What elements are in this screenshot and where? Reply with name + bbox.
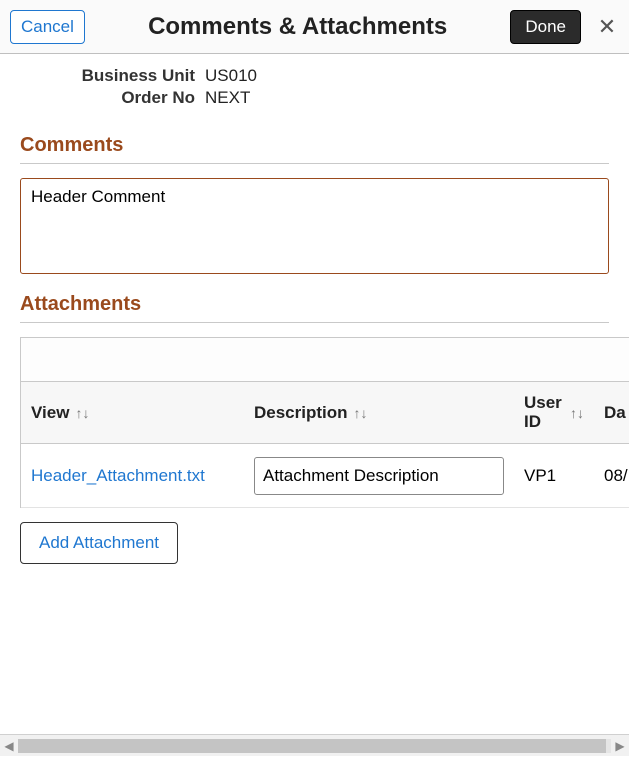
column-label: Description <box>254 403 348 423</box>
cell-description <box>244 449 514 503</box>
attachments-table: View ↑↓ Description ↑↓ User ID ↑↓ Da Hea… <box>20 337 629 508</box>
scrollbar-track[interactable] <box>18 739 611 753</box>
sort-icon: ↑↓ <box>570 405 584 421</box>
column-label: Da <box>604 403 626 423</box>
column-header-date[interactable]: Da <box>594 397 629 429</box>
order-no-value: NEXT <box>205 88 250 108</box>
scrollbar-thumb[interactable] <box>18 739 606 753</box>
table-row: Header_Attachment.txt VP1 08/ <box>21 444 629 508</box>
column-header-view[interactable]: View ↑↓ <box>21 397 244 429</box>
business-unit-value: US010 <box>205 66 257 86</box>
attachment-file-link[interactable]: Header_Attachment.txt <box>31 466 205 485</box>
attachments-section: Attachments <box>0 279 629 323</box>
cell-date: 08/ <box>594 458 629 494</box>
scroll-right-icon[interactable]: ▶ <box>611 735 629 757</box>
dialog-header: Cancel Comments & Attachments Done ✕ <box>0 0 629 54</box>
business-unit-label: Business Unit <box>20 66 205 86</box>
attachments-table-viewport: View ↑↓ Description ↑↓ User ID ↑↓ Da Hea… <box>20 337 629 508</box>
sort-icon: ↑↓ <box>75 405 89 421</box>
comments-heading: Comments <box>20 134 609 164</box>
cell-user-id: VP1 <box>514 458 594 494</box>
info-block: Business Unit US010 Order No NEXT <box>0 54 629 120</box>
horizontal-scrollbar[interactable]: ◀ ▶ <box>0 734 629 756</box>
done-button[interactable]: Done <box>510 10 581 44</box>
table-header-row: View ↑↓ Description ↑↓ User ID ↑↓ Da <box>21 382 629 444</box>
order-no-label: Order No <box>20 88 205 108</box>
scroll-left-icon[interactable]: ◀ <box>0 735 18 757</box>
column-label: View <box>31 403 69 423</box>
add-attachment-button[interactable]: Add Attachment <box>20 522 178 564</box>
cell-view: Header_Attachment.txt <box>21 458 244 494</box>
cancel-button[interactable]: Cancel <box>10 10 85 44</box>
comments-section: Comments <box>0 120 629 279</box>
sort-icon: ↑↓ <box>354 405 368 421</box>
column-label: User ID <box>524 394 564 431</box>
close-icon[interactable]: ✕ <box>595 14 619 40</box>
attachment-description-input[interactable] <box>254 457 504 495</box>
column-header-user-id[interactable]: User ID ↑↓ <box>514 388 594 437</box>
attachments-heading: Attachments <box>20 293 609 323</box>
column-header-description[interactable]: Description ↑↓ <box>244 397 514 429</box>
table-header-spacer <box>21 338 629 382</box>
dialog-title: Comments & Attachments <box>85 13 510 41</box>
comment-textarea[interactable] <box>20 178 609 274</box>
